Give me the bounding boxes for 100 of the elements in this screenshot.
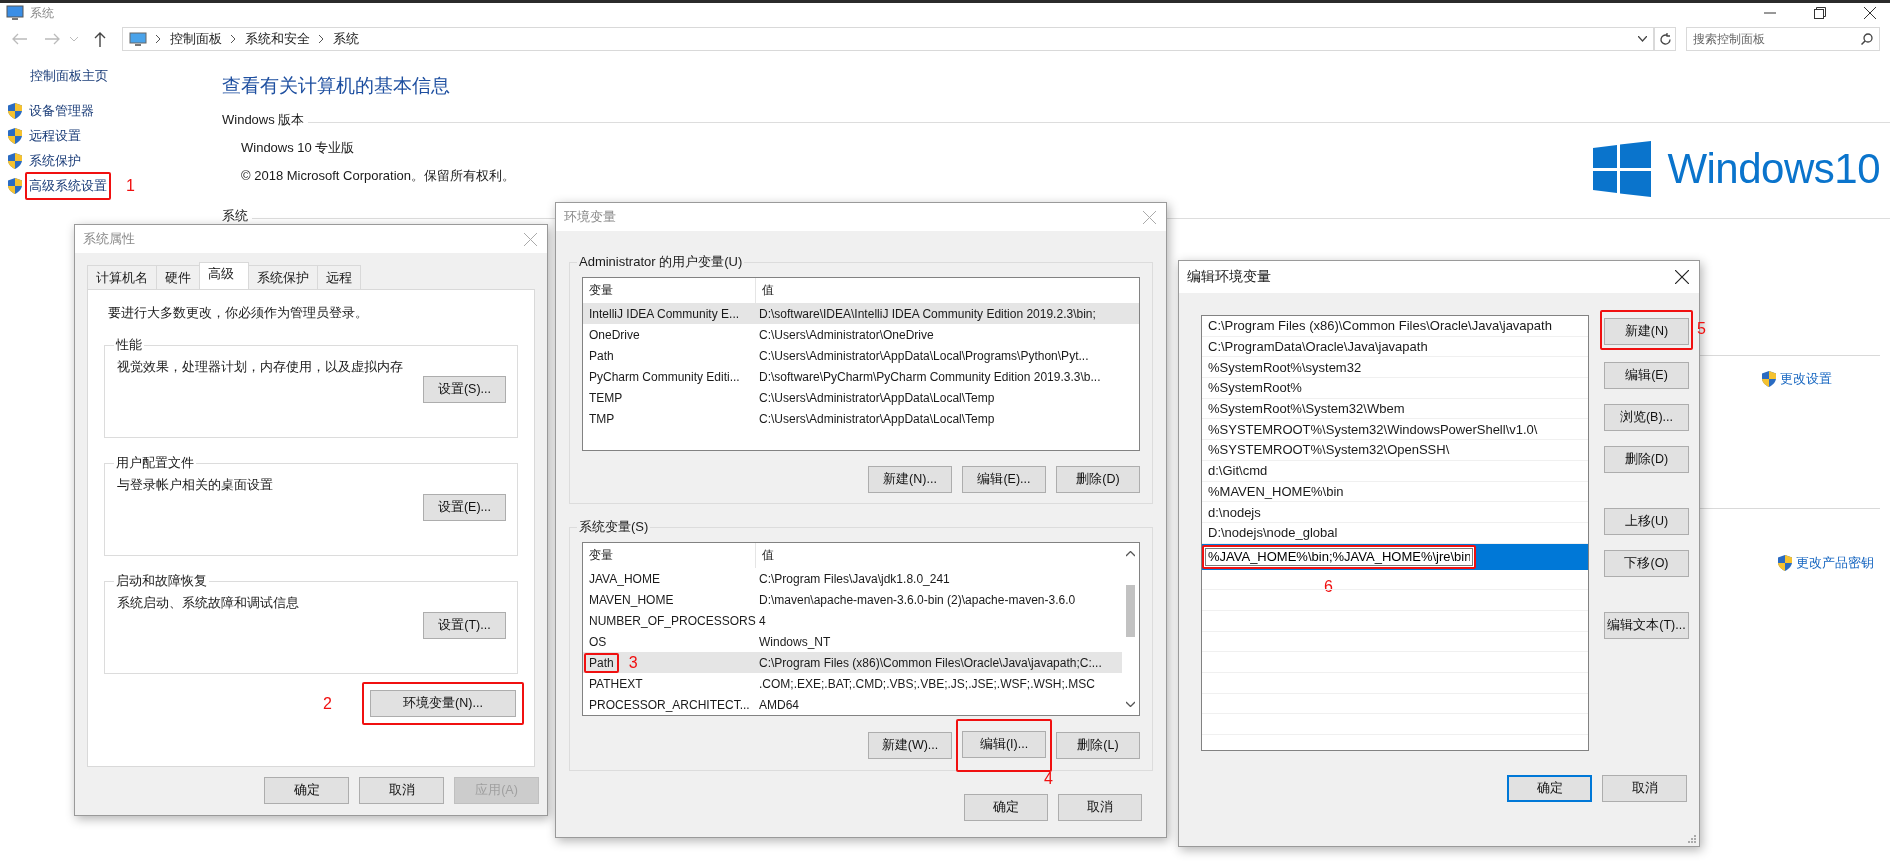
breadcrumb-item[interactable]: 系统 [333, 30, 359, 48]
path-entry[interactable]: %SystemRoot%\System32\Wbem [1202, 398, 1588, 420]
dialog-button[interactable]: 确定 [1507, 775, 1592, 802]
variable-row[interactable]: IntelliJ IDEA Community E... D:\software\IDEA\IntelliJ IDEA Community Edition 2019.2.3\bin; [583, 303, 1139, 324]
dialog-button[interactable]: 编辑(I)... [962, 731, 1046, 758]
path-input[interactable]: %JAVA_HOME%\bin;%JAVA_HOME%\jre\bin [1205, 547, 1473, 566]
dialog-button[interactable]: 上移(U) [1604, 508, 1689, 535]
monitor-icon [129, 31, 147, 47]
dialog-button[interactable]: 编辑文本(T)... [1604, 612, 1689, 639]
scroll-down-icon[interactable] [1126, 701, 1135, 707]
column-header[interactable]: 变量 [583, 278, 755, 303]
variable-row[interactable]: NUMBER_OF_PROCESSORS 4 [583, 610, 1122, 631]
variable-row[interactable]: JAVA_HOME C:\Program Files\Java\jdk1.8.0_241 [583, 568, 1122, 589]
group-title: 性能 [115, 336, 143, 354]
path-entry[interactable]: C:\ProgramData\Oracle\Java\javapath [1202, 336, 1588, 358]
variable-row[interactable]: OS Windows_NT [583, 631, 1122, 652]
variable-row[interactable]: PATHEXT .COM;.EXE;.BAT;.CMD;.VBS;.VBE;.JS;.JSE;.WSF;.WSH;.MSC [583, 673, 1122, 694]
resize-grip-icon[interactable] [1688, 835, 1696, 843]
variable-row[interactable]: PROCESSOR_ARCHITECT... AMD64 [583, 694, 1122, 715]
dialog-button[interactable]: 确定 [964, 794, 1048, 821]
up-arrow-icon[interactable] [94, 31, 106, 47]
chevron-down-icon[interactable] [1638, 36, 1647, 42]
sidebar-link[interactable]: 系统保护 [29, 151, 81, 170]
settings-button[interactable]: 设置(S)... [423, 376, 506, 403]
path-entry[interactable]: %SystemRoot% [1202, 378, 1588, 399]
table-cell: NUMBER_OF_PROCESSORS [589, 613, 756, 628]
table-cell: TMP [589, 411, 615, 426]
group-title: 用户配置文件 [115, 454, 195, 472]
scroll-up-icon[interactable] [1126, 551, 1135, 557]
chevron-right-icon [156, 35, 161, 43]
column-header[interactable]: 值 [755, 543, 774, 568]
info-text: Windows 10 专业版 [241, 139, 355, 157]
address-bar[interactable]: 控制面板 系统和安全 系统 [122, 27, 1654, 51]
dialog-button[interactable]: 删除(L) [1056, 732, 1140, 759]
table-cell: Path [589, 348, 614, 363]
settings-button[interactable]: 设置(T)... [423, 612, 506, 639]
search-field[interactable]: 搜索控制面板 [1686, 27, 1880, 51]
tab[interactable]: 远程 [317, 265, 361, 289]
sidebar-home-link[interactable]: 控制面板主页 [30, 67, 108, 85]
settings-link[interactable]: 更改产品密钥 [1796, 554, 1874, 572]
variable-row[interactable]: OneDrive C:\Users\Administrator\OneDrive [583, 324, 1139, 345]
path-text: C:\ProgramData\Oracle\Java\javapath [1208, 339, 1428, 355]
breadcrumb-item[interactable]: 控制面板 [170, 30, 222, 48]
settings-button[interactable]: 设置(E)... [423, 494, 506, 521]
scrollbar-thumb[interactable] [1126, 585, 1135, 637]
table-cell-text: D:\software\PyCharm\PyCharm Community Edition 2019.3.3\b... [758, 369, 1101, 384]
forward-arrow-icon[interactable] [44, 33, 60, 45]
notice-text: 要进行大多数更改，你必须作为管理员登录。 [108, 304, 369, 322]
variable-row[interactable]: TEMP C:\Users\Administrator\AppData\Local\Temp [583, 387, 1139, 408]
sidebar-link[interactable]: 远程设置 [29, 126, 81, 145]
path-entry[interactable]: %SystemRoot%\system32 [1202, 357, 1588, 379]
back-arrow-icon[interactable] [12, 33, 28, 45]
settings-link[interactable]: 更改设置 [1780, 370, 1832, 388]
path-entry[interactable]: d:\Git\cmd [1202, 460, 1588, 482]
close-icon[interactable] [1675, 270, 1689, 284]
info-text: © 2018 Microsoft Corporation。保留所有权利。 [241, 167, 515, 185]
tab[interactable]: 计算机名 [87, 265, 157, 289]
dialog-button[interactable]: 编辑(E) [1604, 362, 1689, 389]
close-icon[interactable] [1864, 7, 1876, 19]
path-entry[interactable]: %SYSTEMROOT%\System32\WindowsPowerShell\v1.0\ [1202, 419, 1588, 441]
dialog-button[interactable]: 编辑(E)... [962, 466, 1046, 493]
group-title: 启动和故障恢复 [115, 572, 208, 590]
column-header[interactable]: 变量 [583, 543, 755, 568]
variable-row[interactable]: TMP C:\Users\Administrator\AppData\Local\Temp [583, 408, 1139, 429]
variable-row[interactable]: Path C:\Users\Administrator\AppData\Local\Programs\Python\Pyt... [583, 345, 1139, 366]
path-entry[interactable]: %MAVEN_HOME%\bin [1202, 481, 1588, 503]
dialog-button[interactable]: 浏览(B)... [1604, 404, 1689, 431]
dialog-button[interactable]: 取消 [1058, 794, 1142, 821]
dialog-button[interactable]: 取消 [1602, 775, 1687, 802]
page-heading: 查看有关计算机的基本信息 [222, 74, 451, 98]
path-entry[interactable]: D:\nodejs\node_global [1202, 522, 1588, 544]
table-cell: TEMP [589, 390, 623, 405]
dialog-button[interactable]: 确定 [264, 777, 349, 804]
sidebar-link[interactable]: 高级系统设置 [29, 176, 107, 195]
dialog-button[interactable]: 新建(W)... [868, 732, 952, 759]
shield-icon [8, 177, 22, 194]
dialog-button[interactable]: 新建(N)... [868, 466, 952, 493]
restore-icon[interactable] [1814, 7, 1826, 19]
table-cell: OneDrive [589, 327, 640, 342]
path-entry[interactable]: %SYSTEMROOT%\System32\OpenSSH\ [1202, 440, 1588, 461]
table-cell-text: AMD64 [758, 697, 799, 712]
breadcrumb-item[interactable]: 系统和安全 [245, 30, 310, 48]
dialog-button[interactable]: 删除(D) [1056, 466, 1140, 493]
refresh-button[interactable] [1654, 27, 1676, 51]
dialog-button[interactable]: 取消 [359, 777, 444, 804]
dialog-button[interactable]: 删除(D) [1604, 446, 1689, 473]
group-title: Administrator 的用户变量(U) [578, 253, 744, 271]
variable-row[interactable]: Path 3 C:\Program Files (x86)\Common Files\Oracle\Java\javapath;C:... [583, 652, 1122, 673]
sidebar-link[interactable]: 设备管理器 [29, 101, 94, 120]
dialog-button[interactable]: 下移(O) [1604, 550, 1689, 577]
path-entry[interactable]: d:\nodejs [1202, 502, 1588, 523]
table-cell: MAVEN_HOME [589, 592, 674, 607]
tab[interactable]: 高级 [199, 262, 249, 289]
dialog-button[interactable]: 新建(N) [1604, 318, 1689, 345]
variable-row[interactable]: PyCharm Community Editi... D:\software\PyCharm\PyCharm Community Edition 2019.3.3\b... [583, 366, 1139, 387]
environment-variables-button[interactable]: 环境变量(N)... [370, 690, 516, 717]
variable-row[interactable]: MAVEN_HOME D:\maven\apache-maven-3.6.0-bin (2)\apache-maven-3.6.0 [583, 589, 1122, 610]
path-entry[interactable]: C:\Program Files (x86)\Common Files\Oracle\Java\javapath [1202, 316, 1588, 337]
table-cell-text: D:\maven\apache-maven-3.6.0-bin (2)\apache-maven-3.6.0 [758, 592, 1076, 607]
step-number: 2 [323, 694, 332, 713]
